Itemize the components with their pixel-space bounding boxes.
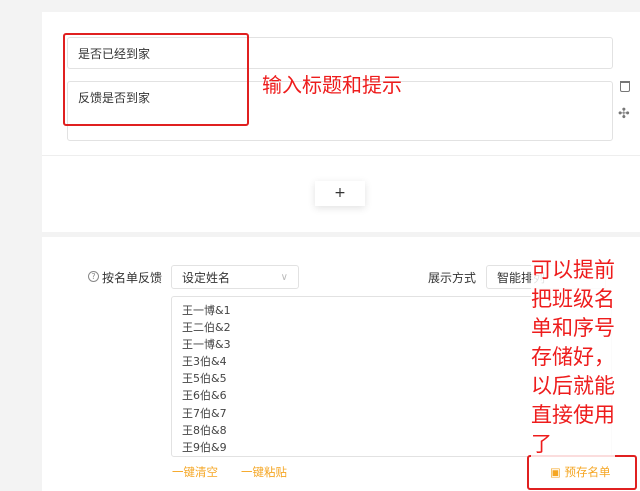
chevron-down-icon: ∨ (280, 272, 288, 283)
annotation-box-top (63, 33, 249, 126)
name-select-value: 设定姓名 (182, 271, 231, 285)
paste-link[interactable]: 一键粘贴 (241, 464, 287, 480)
add-question-button[interactable]: + (315, 181, 365, 206)
clear-link[interactable]: 一键清空 (172, 464, 218, 480)
annotation-line: 存储好， (531, 345, 615, 369)
move-icon[interactable]: ✣ (618, 106, 630, 122)
annotation-line: 了 (531, 432, 552, 456)
annotation-line: 以后就能 (531, 374, 615, 398)
annotation-line: 单和序号 (531, 316, 615, 340)
name-select[interactable]: 设定姓名 ∨ (171, 265, 299, 289)
roster-label: 按名单反馈 (102, 271, 163, 285)
annotation-right: 可以提前把班级名单和序号存储好， 以后就能直接使用了 (531, 256, 615, 459)
divider (42, 155, 640, 156)
help-icon[interactable]: ? (88, 271, 99, 282)
display-label: 展示方式 (428, 271, 477, 285)
annotation-top: 输入标题和提示 (262, 73, 402, 97)
annotation-line: 直接使用 (531, 403, 615, 427)
annotation-box-save (527, 455, 637, 490)
delete-icon[interactable] (620, 81, 630, 92)
annotation-line: 把班级名 (531, 287, 615, 311)
annotation-line: 可以提前 (531, 258, 615, 282)
